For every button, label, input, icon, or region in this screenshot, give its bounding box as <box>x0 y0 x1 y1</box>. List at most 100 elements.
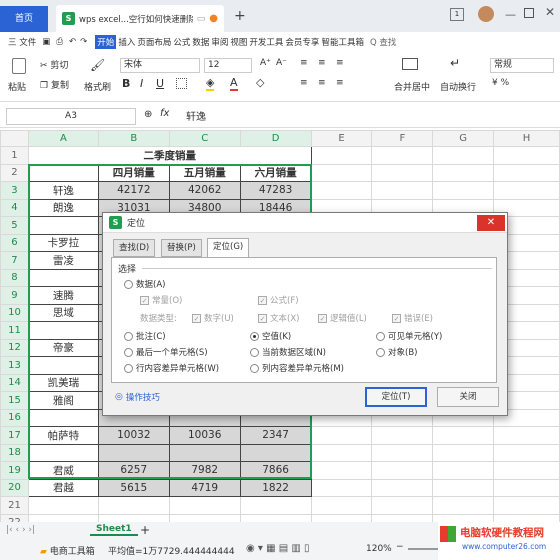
last-cell-radio[interactable] <box>124 347 133 357</box>
row-header[interactable]: 12 <box>0 338 29 357</box>
cell-a17[interactable]: 帕萨特 <box>27 426 99 445</box>
clear-icon[interactable]: ◇ <box>256 76 264 89</box>
cut-button[interactable]: ✂ 剪切 <box>40 58 68 71</box>
menu-review[interactable]: 审阅 <box>211 36 228 48</box>
cell-empty[interactable] <box>493 146 560 165</box>
cell-empty[interactable] <box>310 426 373 445</box>
cell-b3[interactable]: 42172 <box>97 181 170 200</box>
format-painter-button[interactable]: 格式刷 <box>84 80 111 93</box>
option-last-cell[interactable]: 最后一个单元格(S) <box>124 346 208 358</box>
row-header[interactable]: 10 <box>0 303 29 322</box>
search-icon[interactable]: Q 查找 <box>370 36 396 48</box>
number-format-select[interactable]: 常规 <box>490 58 554 73</box>
cell-a2[interactable] <box>27 163 99 182</box>
cell-empty[interactable] <box>432 181 495 200</box>
column-header-d[interactable]: D <box>239 130 312 147</box>
cell-empty[interactable] <box>493 181 560 200</box>
menu-view[interactable]: 视图 <box>230 36 247 48</box>
cell-a20[interactable]: 君越 <box>27 478 99 497</box>
row-header[interactable]: 17 <box>0 426 29 445</box>
cell-d17[interactable]: 2347 <box>239 426 312 445</box>
fill-color-icon[interactable]: ◈ <box>206 76 215 91</box>
menu-developer[interactable]: 开发工具 <box>249 36 283 48</box>
row-header[interactable]: 11 <box>0 321 29 340</box>
cell-empty[interactable] <box>493 426 560 445</box>
option-blank[interactable]: 空值(K) <box>250 330 291 342</box>
column-header-a[interactable]: A <box>27 130 99 147</box>
cell-b17[interactable]: 10032 <box>97 426 170 445</box>
cell-empty[interactable] <box>310 461 373 480</box>
cell-a3[interactable]: 轩逸 <box>27 181 99 200</box>
tab-goto[interactable]: 定位(G) <box>207 238 250 258</box>
align-bottom-icon[interactable]: ≡ <box>336 58 344 68</box>
cell-empty[interactable] <box>493 496 560 515</box>
bold-icon[interactable]: B <box>122 77 130 90</box>
fx-icon[interactable]: fx <box>160 108 169 119</box>
cell-d2[interactable]: 六月销量 <box>239 163 312 182</box>
file-menu[interactable]: 三 文件 <box>8 36 36 48</box>
paste-icon[interactable] <box>12 58 26 74</box>
object-radio[interactable] <box>376 347 385 357</box>
cell-empty[interactable] <box>493 163 560 182</box>
close-window-icon[interactable]: ✕ <box>545 5 555 19</box>
dialog-close-icon[interactable]: ✕ <box>477 215 505 231</box>
option-text[interactable]: ✓ 文本(X) <box>258 312 299 324</box>
number-checkbox[interactable]: ✓ <box>192 313 201 323</box>
row-header[interactable]: 3 <box>0 181 29 200</box>
row-header[interactable]: 9 <box>0 286 29 305</box>
new-tab-button[interactable]: + <box>234 8 246 24</box>
row-header[interactable]: 7 <box>0 251 29 270</box>
comment-radio[interactable] <box>124 331 133 341</box>
cell-empty[interactable] <box>432 496 495 515</box>
cell-a19[interactable]: 君威 <box>27 461 99 480</box>
cell-a16[interactable] <box>27 408 99 427</box>
option-number[interactable]: ✓ 数字(U) <box>192 312 234 324</box>
add-sheet-button[interactable]: + <box>140 523 150 537</box>
option-data[interactable]: 数据(A) <box>124 278 165 290</box>
cell-empty[interactable] <box>371 163 434 182</box>
cell-empty[interactable] <box>310 146 373 165</box>
cell-d20[interactable]: 1822 <box>239 478 312 497</box>
cell-a14[interactable]: 凯美瑞 <box>27 373 99 392</box>
cell-a13[interactable] <box>27 356 99 375</box>
cell-empty[interactable] <box>371 461 434 480</box>
visible-radio[interactable] <box>376 331 385 341</box>
save-icon[interactable]: ▣ <box>42 37 50 47</box>
zoom-slider[interactable] <box>408 548 438 550</box>
cell-empty[interactable] <box>432 146 495 165</box>
current-region-radio[interactable] <box>250 347 259 357</box>
cell-empty[interactable] <box>432 426 495 445</box>
menu-data[interactable]: 数据 <box>192 36 209 48</box>
wrap-icon[interactable]: ↵ <box>450 56 460 70</box>
row-header[interactable]: 13 <box>0 356 29 375</box>
cell-empty[interactable] <box>371 478 434 497</box>
cell-empty[interactable] <box>371 426 434 445</box>
sheet-title-cell[interactable]: 二季度销量 <box>27 146 312 165</box>
option-col-diff[interactable]: 列内容差异单元格(M) <box>250 362 344 374</box>
zoom-minus-icon[interactable]: − <box>396 542 404 552</box>
row-header[interactable]: 16 <box>0 408 29 427</box>
cell-c18[interactable] <box>168 443 241 462</box>
close-button[interactable]: 关闭 <box>437 387 499 407</box>
cell-a11[interactable] <box>27 321 99 340</box>
cell-b22[interactable] <box>97 513 170 522</box>
cell-a8[interactable] <box>27 268 99 287</box>
select-all-corner[interactable] <box>0 130 29 147</box>
sheet-nav-icons[interactable]: |‹ ‹ › ›| <box>6 525 35 535</box>
document-tab[interactable]: S wps excel...空行如何快速删除？ ▭ ● <box>56 5 224 32</box>
decrease-font-icon[interactable]: A⁻ <box>276 58 287 68</box>
cell-empty[interactable] <box>310 478 373 497</box>
sheet-tab[interactable]: Sheet1 <box>90 524 138 536</box>
option-object[interactable]: 对象(B) <box>376 346 417 358</box>
cell-b19[interactable]: 6257 <box>97 461 170 480</box>
col-diff-radio[interactable] <box>250 363 259 373</box>
cell-empty[interactable] <box>310 181 373 200</box>
column-header-f[interactable]: F <box>371 130 434 147</box>
option-constant[interactable]: ✓ 常量(O) <box>140 294 182 306</box>
cell-empty[interactable] <box>493 478 560 497</box>
tab-replace[interactable]: 替换(P) <box>161 239 202 257</box>
cell-a6[interactable]: 卡罗拉 <box>27 233 99 252</box>
formula-input[interactable]: 轩逸 <box>186 108 206 123</box>
column-header-b[interactable]: B <box>97 130 170 147</box>
cell-a22[interactable] <box>27 513 99 522</box>
